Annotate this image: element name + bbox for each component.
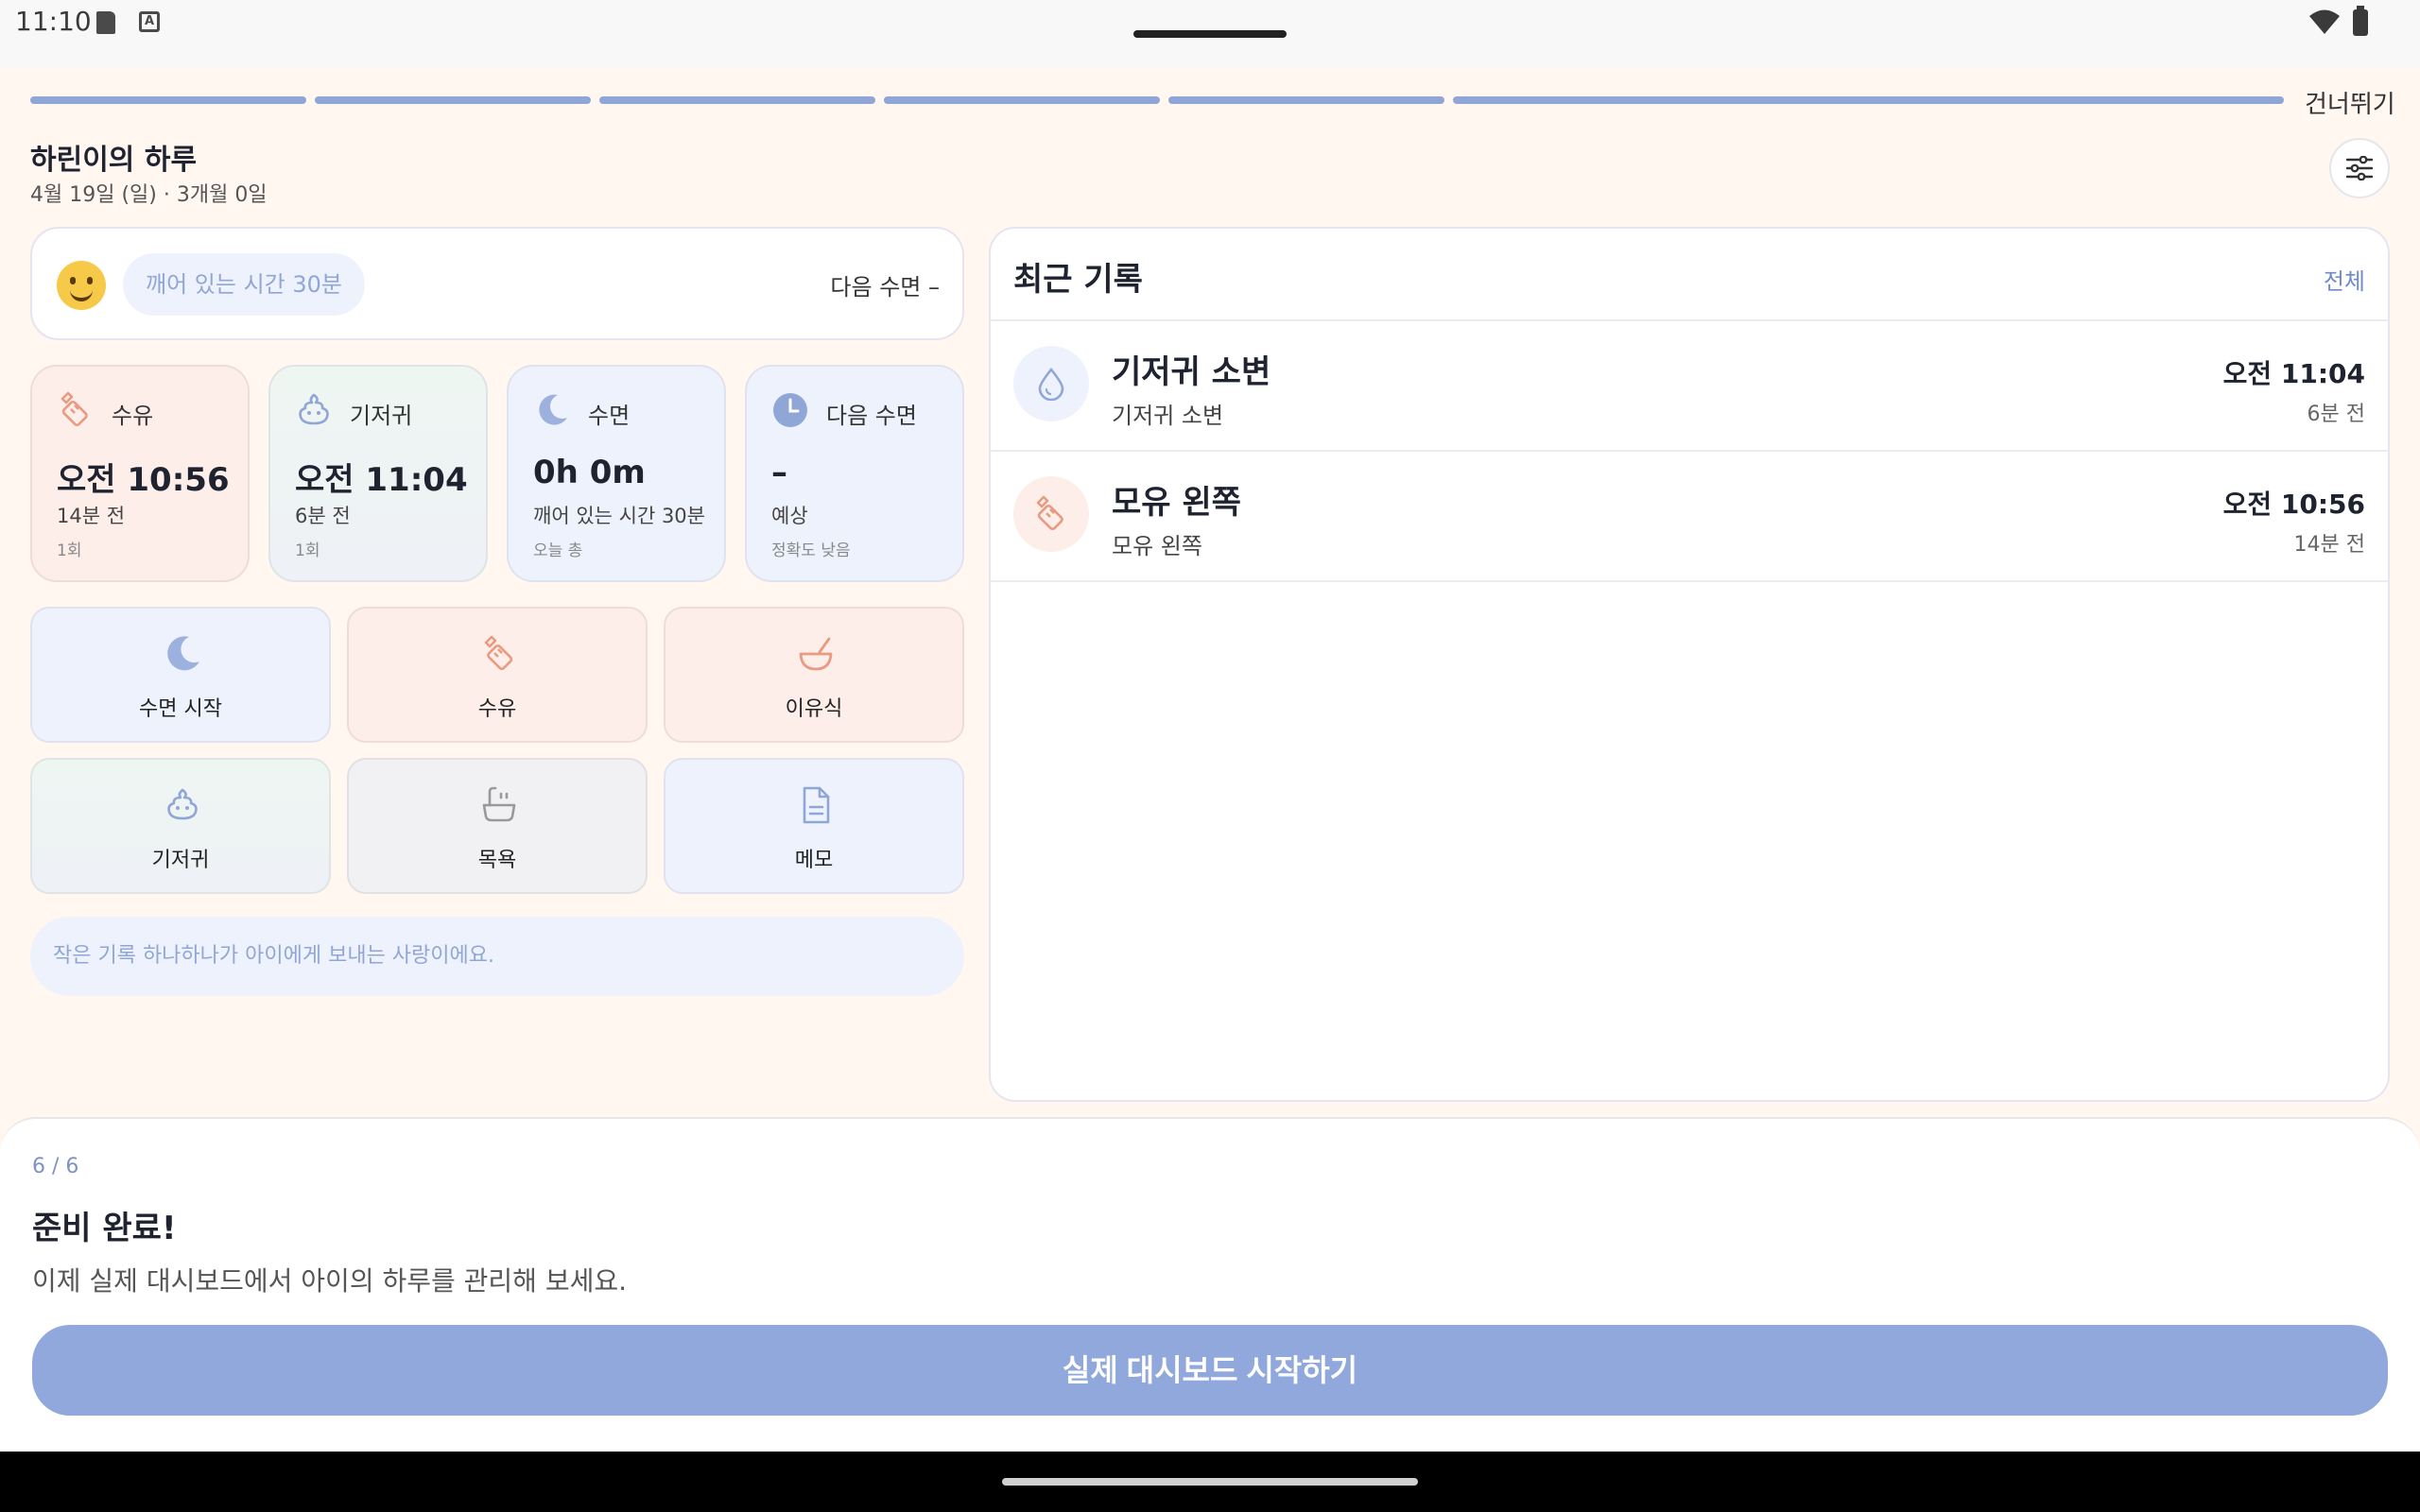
home-gesture-handle[interactable] [1002,1478,1418,1486]
moon-icon [167,636,199,671]
wifi-icon [2309,9,2340,34]
bath-button[interactable]: 목욕 [347,758,648,894]
record-time: 오전 11:04 [2222,358,2365,389]
record-title: 기저귀 소변 [1112,353,1271,391]
list-item[interactable]: 기저귀 소변 기저귀 소변 오전 11:04 6분 전 [991,321,2388,450]
encouragement-quote: 작은 기록 하나하나가 아이에게 보내는 사랑이에요. [30,917,964,996]
progress-segment [1168,96,1444,104]
stat-small: 1회 [57,541,82,560]
memo-button[interactable]: 메모 [664,758,964,894]
record-icon-wrap [1013,346,1089,421]
poop-icon [299,393,329,425]
stat-card-next-sleep[interactable]: 다음 수면 – 예상 정확도 낮음 [745,365,964,582]
stat-small: 정확도 낮음 [771,541,851,560]
onboarding-progress [30,96,2284,104]
diaper-button[interactable]: 기저귀 [30,758,331,894]
page-title: 하린이의 하루 [30,144,198,177]
progress-segment [599,96,875,104]
record-ago: 6분 전 [2307,403,2365,426]
stat-sub: 깨어 있는 시간 30분 [533,505,705,527]
record-subtitle: 모유 왼쪽 [1112,533,1202,559]
list-item[interactable]: 모유 왼쪽 모유 왼쪽 오전 10:56 14분 전 [991,452,2388,580]
stat-value: 0h 0m [533,454,646,491]
record-time: 오전 10:56 [2222,489,2365,520]
clock-icon [773,393,807,427]
wake-status-card: 깨어 있는 시간 30분 다음 수면 – [30,227,964,340]
sheet-title: 준비 완료! [32,1210,177,1247]
stat-label: 수면 [588,403,631,429]
stat-label: 수유 [112,403,154,429]
recent-records-panel: 최근 기록 전체 기저귀 소변 기저귀 소변 오전 11:04 6분 전 모유 … [989,227,2390,1102]
page-subtitle: 4월 19일 (일) · 3개월 0일 [30,183,268,207]
stat-value: – [771,454,787,491]
droplet-icon [1038,367,1064,401]
status-time: 11:10 [15,6,92,37]
divider [991,580,2388,582]
bottle-icon [60,391,88,427]
next-sleep-label[interactable]: 다음 수면 – [830,268,940,301]
recent-title: 최근 기록 [1013,261,1143,299]
stat-card-feeding[interactable]: 수유 오전 10:56 14분 전 1회 [30,365,250,582]
baby-food-button[interactable]: 이유식 [664,607,964,743]
progress-segment [1453,96,2284,104]
start-dashboard-button[interactable]: 실제 대시보드 시작하기 [32,1325,2388,1416]
action-label: 메모 [794,849,834,872]
stat-value: 오전 10:56 [57,461,230,499]
smile-emoji-icon [57,261,106,310]
sleep-start-button[interactable]: 수면 시작 [30,607,331,743]
action-label: 수면 시작 [139,697,222,721]
stat-card-sleep[interactable]: 수면 0h 0m 깨어 있는 시간 30분 오늘 총 [507,365,726,582]
progress-segment [884,96,1160,104]
record-subtitle: 기저귀 소변 [1112,403,1224,429]
status-bar: 11:10 A [0,0,2420,68]
moon-icon [539,394,567,425]
bathtub-icon [482,786,516,822]
stat-label: 다음 수면 [826,403,917,429]
progress-segment [315,96,591,104]
bottle-icon [1036,495,1063,531]
memo-icon [803,786,830,824]
stat-card-diaper[interactable]: 기저귀 오전 11:04 6분 전 1회 [268,365,488,582]
stat-sub: 14분 전 [57,505,126,527]
action-label: 이유식 [785,697,843,721]
status-handle [1133,30,1287,38]
stat-label: 기저귀 [350,403,413,429]
action-label: 목욕 [477,849,517,872]
step-indicator: 6 / 6 [32,1155,79,1178]
action-label: 기저귀 [151,849,210,872]
sheet-description: 이제 실제 대시보드에서 아이의 하루를 관리해 보세요. [32,1265,628,1297]
progress-segment [30,96,306,104]
stat-small: 1회 [295,541,320,560]
stat-sub: 예상 [771,505,808,527]
stat-value: 오전 11:04 [295,461,468,499]
awake-time-chip: 깨어 있는 시간 30분 [123,253,365,316]
feeding-button[interactable]: 수유 [347,607,648,743]
record-title: 모유 왼쪽 [1112,484,1241,522]
sd-card-icon [96,11,115,34]
poop-icon [167,788,198,820]
navigation-bar [0,1452,2420,1512]
onboarding-sheet: 6 / 6 준비 완료! 이제 실제 대시보드에서 아이의 하루를 관리해 보세… [0,1117,2420,1452]
settings-button[interactable] [2329,138,2390,198]
record-icon-wrap [1013,476,1089,552]
view-all-link[interactable]: 전체 [2324,263,2365,296]
notification-a-icon: A [139,11,160,32]
skip-button[interactable]: 건너뛰기 [2305,85,2395,120]
battery-icon [2353,6,2368,36]
stat-small: 오늘 총 [533,541,583,560]
bottle-icon [484,635,513,671]
sliders-icon [2345,156,2374,180]
record-ago: 14분 전 [2293,533,2365,557]
action-label: 수유 [477,697,517,721]
bowl-icon [799,637,833,671]
stat-sub: 6분 전 [295,505,351,527]
